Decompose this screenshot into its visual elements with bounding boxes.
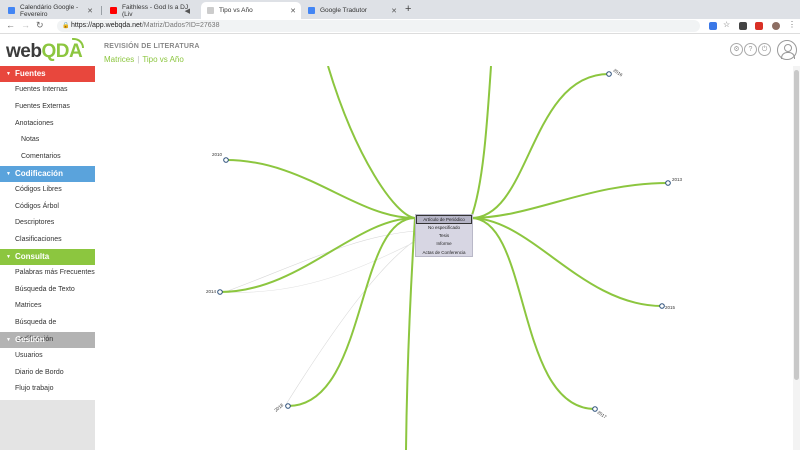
browser-toolbar: ← → ↻ 🔒 https://app.webqda.net/Matriz/Da… <box>0 19 800 34</box>
sidebar-section-codificacion[interactable]: ▼ Codificación <box>0 165 95 182</box>
year-node-label: 2016 <box>612 68 623 78</box>
year-node-label: 2013 <box>672 177 683 182</box>
graph-edge-top-right <box>470 66 492 219</box>
menu-kebab-icon[interactable]: ⋮ <box>788 20 796 29</box>
power-icon[interactable]: ⏻ <box>758 43 771 56</box>
year-node-2014[interactable] <box>217 289 223 295</box>
graph-edge-2014 <box>219 217 416 293</box>
sidebar-item-diario-bordo[interactable]: Diario de Bordo <box>0 365 95 382</box>
close-tab-icon[interactable]: ✕ <box>391 7 397 15</box>
sidebar-item-matrices[interactable]: Matrices <box>0 298 95 315</box>
youtube-favicon-icon <box>110 7 117 14</box>
breadcrumb: Matrices | Tipo vs Año <box>104 55 184 64</box>
year-node-2017[interactable] <box>592 406 598 412</box>
chevron-down-icon: ▼ <box>6 253 11 260</box>
center-item[interactable]: Artículo de Periódico <box>416 215 472 224</box>
webqda-logo[interactable]: webQDA <box>6 41 83 63</box>
sidebar-item-fuentes-internas[interactable]: Fuentes Internas <box>0 82 95 99</box>
sidebar-item-usuarios[interactable]: Usuarios <box>0 348 95 365</box>
matrix-graph[interactable]: 2016 2010 2013 2014 2015 2018 2017 <box>95 66 793 450</box>
sidebar-item-palabras-frecuentes[interactable]: Palabras más Frecuentes <box>0 265 95 282</box>
browser-tab[interactable]: Google Tradutor ✕ <box>302 2 402 19</box>
chevron-down-icon: ▼ <box>6 71 11 77</box>
year-node-label: 2018 <box>273 402 284 413</box>
translate-favicon-icon <box>308 7 315 14</box>
sidebar-item-notas[interactable]: Notas <box>0 132 95 149</box>
graph-edge-2016 <box>470 73 610 219</box>
reload-icon[interactable]: ↻ <box>36 20 44 31</box>
graph-edge-2015 <box>470 217 663 307</box>
graph-edge-2018 <box>287 217 416 407</box>
year-node-label: 2015 <box>665 305 676 310</box>
browser-tab-active[interactable]: Tipo vs Año ✕ <box>201 2 301 19</box>
center-item[interactable]: No especificado <box>416 224 472 232</box>
translate-icon[interactable] <box>709 22 717 30</box>
faint-edge <box>224 230 416 293</box>
calendar-favicon-icon <box>8 7 15 14</box>
year-node-label: 2014 <box>206 289 217 294</box>
address-bar[interactable]: 🔒 https://app.webqda.net/Matriz/Dados?ID… <box>57 20 700 32</box>
year-node-2015[interactable] <box>659 303 665 309</box>
close-tab-icon[interactable]: ✕ <box>290 7 296 15</box>
sidebar-section-fuentes[interactable]: ▼ Fuentes <box>0 66 95 82</box>
center-item[interactable]: Actas de Conferencia <box>416 249 472 257</box>
faint-edge <box>284 233 426 407</box>
forward-arrow-icon[interactable]: → <box>21 20 30 30</box>
breadcrumb-current: Tipo vs Año <box>142 55 184 64</box>
user-avatar-icon[interactable] <box>777 40 797 60</box>
graph-edge-2017 <box>470 217 596 410</box>
url-domain: https://app.webqda.net <box>71 22 142 29</box>
scrollbar-thumb[interactable] <box>794 70 799 380</box>
sidebar-section-consulta[interactable]: ▼ Consulta <box>0 248 95 265</box>
page-favicon-icon <box>207 7 214 14</box>
sidebar-footer-area <box>0 400 95 450</box>
lock-icon: 🔒 <box>62 23 70 29</box>
chevron-down-icon: ▼ <box>6 170 11 177</box>
tab-title: Tipo vs Año <box>219 7 253 14</box>
year-node-2013[interactable] <box>665 180 671 186</box>
center-item[interactable]: Tesis <box>416 232 472 240</box>
chevron-down-icon: ▼ <box>6 336 11 343</box>
help-icon[interactable]: ? <box>744 43 757 56</box>
graph-edge-2010 <box>225 159 416 219</box>
new-tab-button[interactable]: + <box>405 3 411 15</box>
sidebar-item-codigos-libres[interactable]: Códigos Libres <box>0 182 95 199</box>
center-item[interactable]: Informe <box>416 240 472 248</box>
browser-tab-bar: Calendário Google - Fevereiro ✕ Faithles… <box>0 0 800 19</box>
center-node-list[interactable]: Artículo de Periódico No especificado Te… <box>415 214 473 257</box>
extension-icon[interactable] <box>739 22 747 30</box>
audio-icon[interactable]: ◀ <box>185 7 190 15</box>
graph-edge-2013 <box>470 182 669 219</box>
graph-edge-bottom <box>405 217 416 450</box>
sidebar-item-fuentes-externas[interactable]: Fuentes Externas <box>0 99 95 116</box>
sidebar: ▼ Fuentes Fuentes Internas Fuentes Extern… <box>0 66 95 450</box>
tab-title: Google Tradutor <box>320 7 367 14</box>
sidebar-item-descriptores[interactable]: Descriptores <box>0 215 95 232</box>
year-node-label: 2010 <box>212 152 223 157</box>
browser-tab[interactable]: Calendário Google - Fevereiro ✕ <box>2 2 98 19</box>
browser-tab[interactable]: Faithless - God Is a DJ (Liv ◀ <box>104 2 200 19</box>
year-node-2016[interactable] <box>606 71 612 77</box>
year-node-label: 2017 <box>596 410 607 420</box>
sidebar-item-flujo-trabajo[interactable]: Flujo trabajo <box>0 381 95 398</box>
settings-icon[interactable]: ⚙ <box>730 43 743 56</box>
sidebar-item-codigos-arbol[interactable]: Códigos Árbol <box>0 199 95 216</box>
sidebar-item-busqueda-codificacion[interactable]: Búsqueda de Codificación <box>0 315 95 343</box>
back-arrow-icon[interactable]: ← <box>6 20 15 30</box>
sidebar-item-comentarios[interactable]: Comentarios <box>0 149 95 166</box>
year-node-2018[interactable] <box>285 403 291 409</box>
breadcrumb-link-matrices[interactable]: Matrices <box>104 55 134 64</box>
graph-edges <box>219 66 669 450</box>
star-icon[interactable]: ☆ <box>723 20 730 29</box>
extension-red-icon[interactable] <box>755 22 763 30</box>
url-path: /Matriz/Dados?ID=27638 <box>141 22 220 29</box>
faint-edge <box>224 240 418 293</box>
sidebar-item-anotaciones[interactable]: Anotaciones <box>0 116 95 133</box>
profile-icon[interactable] <box>772 22 780 30</box>
close-tab-icon[interactable]: ✕ <box>87 7 93 15</box>
page-title: REVISIÓN DE LITERATURA <box>104 43 200 50</box>
year-node-2010[interactable] <box>223 157 229 163</box>
sidebar-item-busqueda-texto[interactable]: Búsqueda de Texto <box>0 282 95 299</box>
sidebar-item-clasificaciones[interactable]: Clasificaciones <box>0 232 95 249</box>
